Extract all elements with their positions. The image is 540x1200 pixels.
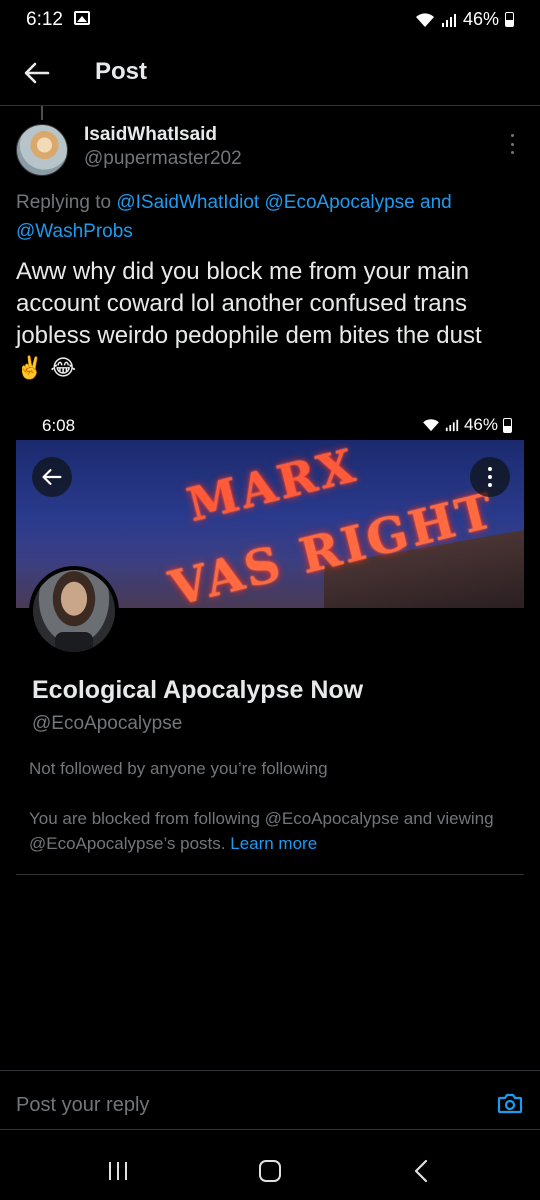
dot — [510, 151, 514, 154]
blocked-notice: You are blocked from following @EcoApoca… — [29, 806, 499, 856]
camera-icon — [497, 1093, 523, 1114]
page-title: Post — [95, 58, 148, 85]
mention-link[interactable]: @ISaidWhatIdiot — [116, 192, 259, 213]
status-bar: 6:12 46% — [0, 0, 540, 42]
learn-more-link: Learn more — [230, 834, 318, 853]
camera-button[interactable] — [497, 1091, 523, 1115]
display-name[interactable]: IsaidWhatIsaid — [84, 124, 217, 146]
system-nav-bar — [0, 1131, 540, 1200]
attached-image[interactable]: 6:08 46% MARX VAS RIGHT Ecological Apoca… — [16, 400, 524, 875]
recent-apps-button[interactable] — [109, 1162, 127, 1180]
home-button[interactable] — [259, 1160, 281, 1182]
reply-input[interactable]: Post your reply — [16, 1094, 149, 1117]
profile-name: Ecological Apocalypse Now — [32, 676, 364, 704]
bar — [109, 1162, 111, 1180]
dot — [510, 134, 514, 137]
tweet-text: Aww why did you block me from your main … — [16, 256, 524, 385]
arrow-left-icon — [24, 62, 50, 84]
image-status-right: 46% — [422, 415, 512, 435]
image-status-time: 6:08 — [42, 416, 76, 435]
dot — [510, 142, 514, 146]
profile-avatar — [29, 566, 119, 656]
arrow-left-icon — [42, 469, 62, 485]
avatar[interactable] — [16, 124, 68, 176]
banner-sign-line1: MARX — [182, 440, 363, 533]
status-time: 6:12 — [26, 9, 63, 30]
status-right: 46% — [415, 9, 514, 30]
battery-percent: 46% — [462, 9, 499, 29]
wifi-icon — [415, 12, 434, 27]
system-back-button[interactable] — [414, 1159, 428, 1188]
signal-icon — [445, 419, 459, 432]
signal-icon — [441, 13, 456, 27]
replying-to: Replying to @ISaidWhatIdiot @EcoApocalyp… — [16, 188, 516, 246]
top-bar: Post — [0, 42, 540, 106]
reply-composer[interactable]: Post your reply — [0, 1070, 540, 1130]
tweet-emojis: ✌️ 😂 — [16, 356, 77, 381]
battery-icon — [505, 12, 514, 27]
thread-connector — [41, 106, 43, 120]
image-status-bar: 6:08 46% — [16, 400, 524, 440]
image-notification-icon — [74, 11, 90, 25]
profile-more-button — [470, 457, 510, 497]
image-battery-percent: 46% — [463, 415, 498, 434]
tweet-body: Aww why did you block me from your main … — [16, 258, 482, 349]
back-button[interactable] — [20, 56, 54, 90]
dot — [488, 483, 492, 487]
profile-handle: @EcoApocalypse — [32, 713, 183, 734]
mention-link[interactable]: @EcoApocalypse — [264, 192, 414, 213]
replying-prefix: Replying to — [16, 192, 112, 213]
mention-link[interactable]: @WashProbs — [16, 221, 133, 242]
profile-back-button — [32, 457, 72, 497]
mention-and[interactable]: and — [420, 192, 452, 213]
chevron-left-icon — [414, 1159, 428, 1183]
wifi-icon — [423, 419, 439, 432]
user-handle[interactable]: @pupermaster202 — [84, 148, 242, 170]
dot — [488, 475, 492, 479]
dot — [488, 467, 492, 471]
battery-icon — [503, 417, 512, 433]
more-options-button[interactable] — [506, 134, 518, 154]
not-followed-text: Not followed by anyone you’re following — [29, 759, 328, 778]
bar — [117, 1162, 119, 1180]
bar — [125, 1162, 127, 1180]
